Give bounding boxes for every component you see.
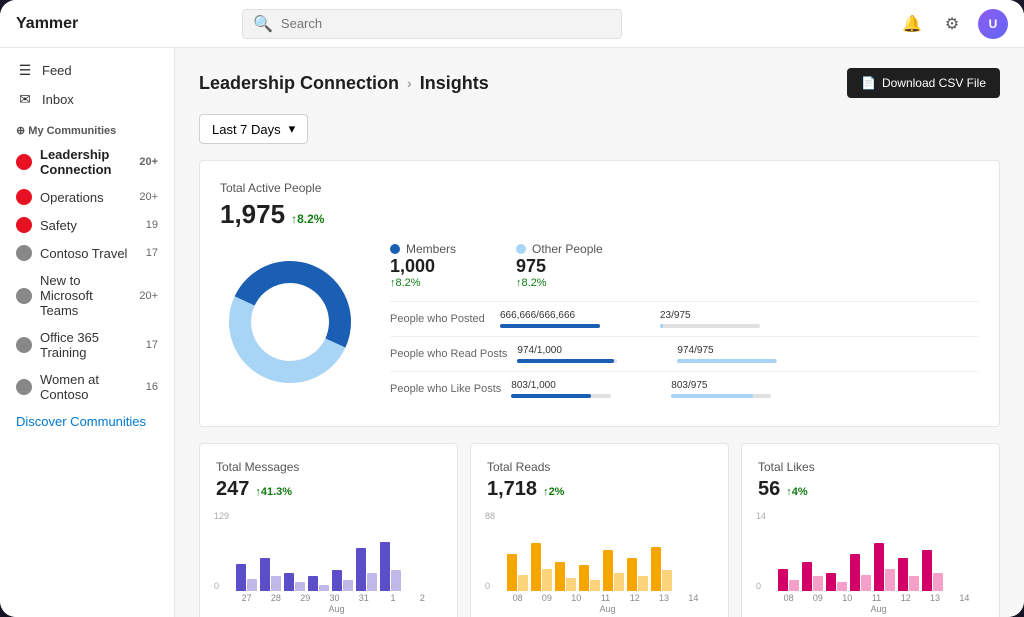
reads-title: Total Reads (487, 460, 712, 474)
community-name: Contoso Travel (40, 246, 127, 261)
other-people-legend: Other People 975 ↑8.2% (516, 242, 603, 289)
active-people-value: 1,975 ↑8.2% (220, 199, 979, 230)
community-badge: 20+ (139, 156, 158, 168)
members-legend: Members 1,000 ↑8.2% (390, 242, 456, 289)
active-people-change: ↑8.2% (291, 212, 324, 226)
sidebar-item-safety[interactable]: Safety 19 (0, 211, 174, 239)
download-icon: 📄 (861, 76, 876, 90)
bottom-cards: Total Messages 247 ↑41.3% 129 0 27282930… (199, 443, 1000, 617)
community-name: Operations (40, 190, 104, 205)
download-csv-button[interactable]: 📄 Download CSV File (847, 68, 1000, 98)
community-icon (16, 245, 32, 261)
sidebar-item-inbox[interactable]: ✉ Inbox (0, 85, 174, 114)
community-icon (16, 379, 32, 395)
page-header: Leadership Connection › Insights 📄 Downl… (199, 68, 1000, 98)
top-nav: Yammer 🔍 🔔 ⚙ U (0, 0, 1024, 48)
community-icon (16, 288, 32, 304)
discover-communities-link[interactable]: Discover Communities (0, 408, 174, 435)
community-badge: 16 (146, 381, 158, 393)
active-people-title: Total Active People (220, 181, 979, 195)
section-icon: ⊕ (16, 125, 25, 137)
breadcrumb: Leadership Connection › Insights (199, 73, 489, 94)
donut-chart (220, 252, 360, 397)
reads-card: Total Reads 1,718 ↑2% 88 0 0809101112131… (470, 443, 729, 617)
settings-icon[interactable]: ⚙ (938, 10, 966, 38)
breadcrumb-parent: Leadership Connection (199, 73, 399, 94)
community-name: Office 365 Training (40, 330, 138, 360)
inbox-label: Inbox (42, 92, 74, 107)
community-badge: 20+ (139, 290, 158, 302)
sidebar-item-office365[interactable]: Office 365 Training 17 (0, 324, 174, 366)
community-icon (16, 217, 32, 233)
breadcrumb-separator: › (407, 75, 412, 91)
feed-icon: ☰ (16, 62, 34, 79)
community-icon (16, 154, 32, 170)
avatar[interactable]: U (978, 9, 1008, 39)
active-people-card: Total Active People 1,975 ↑8.2% (199, 160, 1000, 427)
messages-title: Total Messages (216, 460, 441, 474)
community-name: Safety (40, 218, 77, 233)
date-filter-dropdown[interactable]: Last 7 Days ▾ (199, 114, 308, 144)
members-dot (390, 244, 400, 254)
nav-icons: 🔔 ⚙ U (898, 9, 1008, 39)
community-badge: 17 (146, 339, 158, 351)
app-name: Yammer (16, 15, 96, 33)
sidebar-item-new-to-teams[interactable]: New to Microsoft Teams 20+ (0, 267, 174, 324)
chevron-down-icon: ▾ (289, 121, 296, 137)
metrics-header: Members 1,000 ↑8.2% Other People 9 (390, 242, 979, 289)
messages-chart: 129 0 272829303112 Aug Members (216, 511, 441, 617)
feed-label: Feed (42, 63, 72, 78)
reads-chart: 88 0 08091011121314 Aug Members (487, 511, 712, 617)
community-name: Women at Contoso (40, 372, 138, 402)
community-name: Leadership Connection (40, 147, 131, 177)
community-badge: 17 (146, 247, 158, 259)
sidebar-item-operations[interactable]: Operations 20+ (0, 183, 174, 211)
sidebar: ☰ Feed ✉ Inbox ⊕ My Communities Leadersh… (0, 48, 175, 617)
my-communities-header: ⊕ My Communities (0, 114, 174, 141)
search-input[interactable] (281, 16, 611, 31)
metric-row-read: People who Read Posts 974/1,000 974/975 (390, 336, 979, 371)
sidebar-item-women-at-contoso[interactable]: Women at Contoso 16 (0, 366, 174, 408)
search-bar[interactable]: 🔍 (242, 9, 622, 39)
likes-card: Total Likes 56 ↑4% 14 0 08091011121314 A… (741, 443, 1000, 617)
likes-chart: 14 0 08091011121314 Aug Members (758, 511, 983, 617)
search-icon: 🔍 (253, 14, 273, 34)
bell-icon[interactable]: 🔔 (898, 10, 926, 38)
sidebar-item-feed[interactable]: ☰ Feed (0, 56, 174, 85)
community-icon (16, 337, 32, 353)
sidebar-item-contoso-travel[interactable]: Contoso Travel 17 (0, 239, 174, 267)
community-badge: 19 (146, 219, 158, 231)
messages-card: Total Messages 247 ↑41.3% 129 0 27282930… (199, 443, 458, 617)
metric-row-likes: People who Like Posts 803/1,000 803/975 (390, 371, 979, 406)
community-badge: 20+ (139, 191, 158, 203)
breadcrumb-current: Insights (420, 73, 489, 94)
other-dot (516, 244, 526, 254)
metrics-section: Members 1,000 ↑8.2% Other People 9 (390, 242, 979, 406)
sidebar-item-leadership-connection[interactable]: Leadership Connection 20+ (0, 141, 174, 183)
date-filter-label: Last 7 Days (212, 122, 281, 137)
content-area: Leadership Connection › Insights 📄 Downl… (175, 48, 1024, 617)
likes-title: Total Likes (758, 460, 983, 474)
community-icon (16, 189, 32, 205)
inbox-icon: ✉ (16, 91, 34, 108)
metric-row-posted: People who Posted 666,666/666,666 23/975 (390, 301, 979, 336)
community-name: New to Microsoft Teams (40, 273, 131, 318)
